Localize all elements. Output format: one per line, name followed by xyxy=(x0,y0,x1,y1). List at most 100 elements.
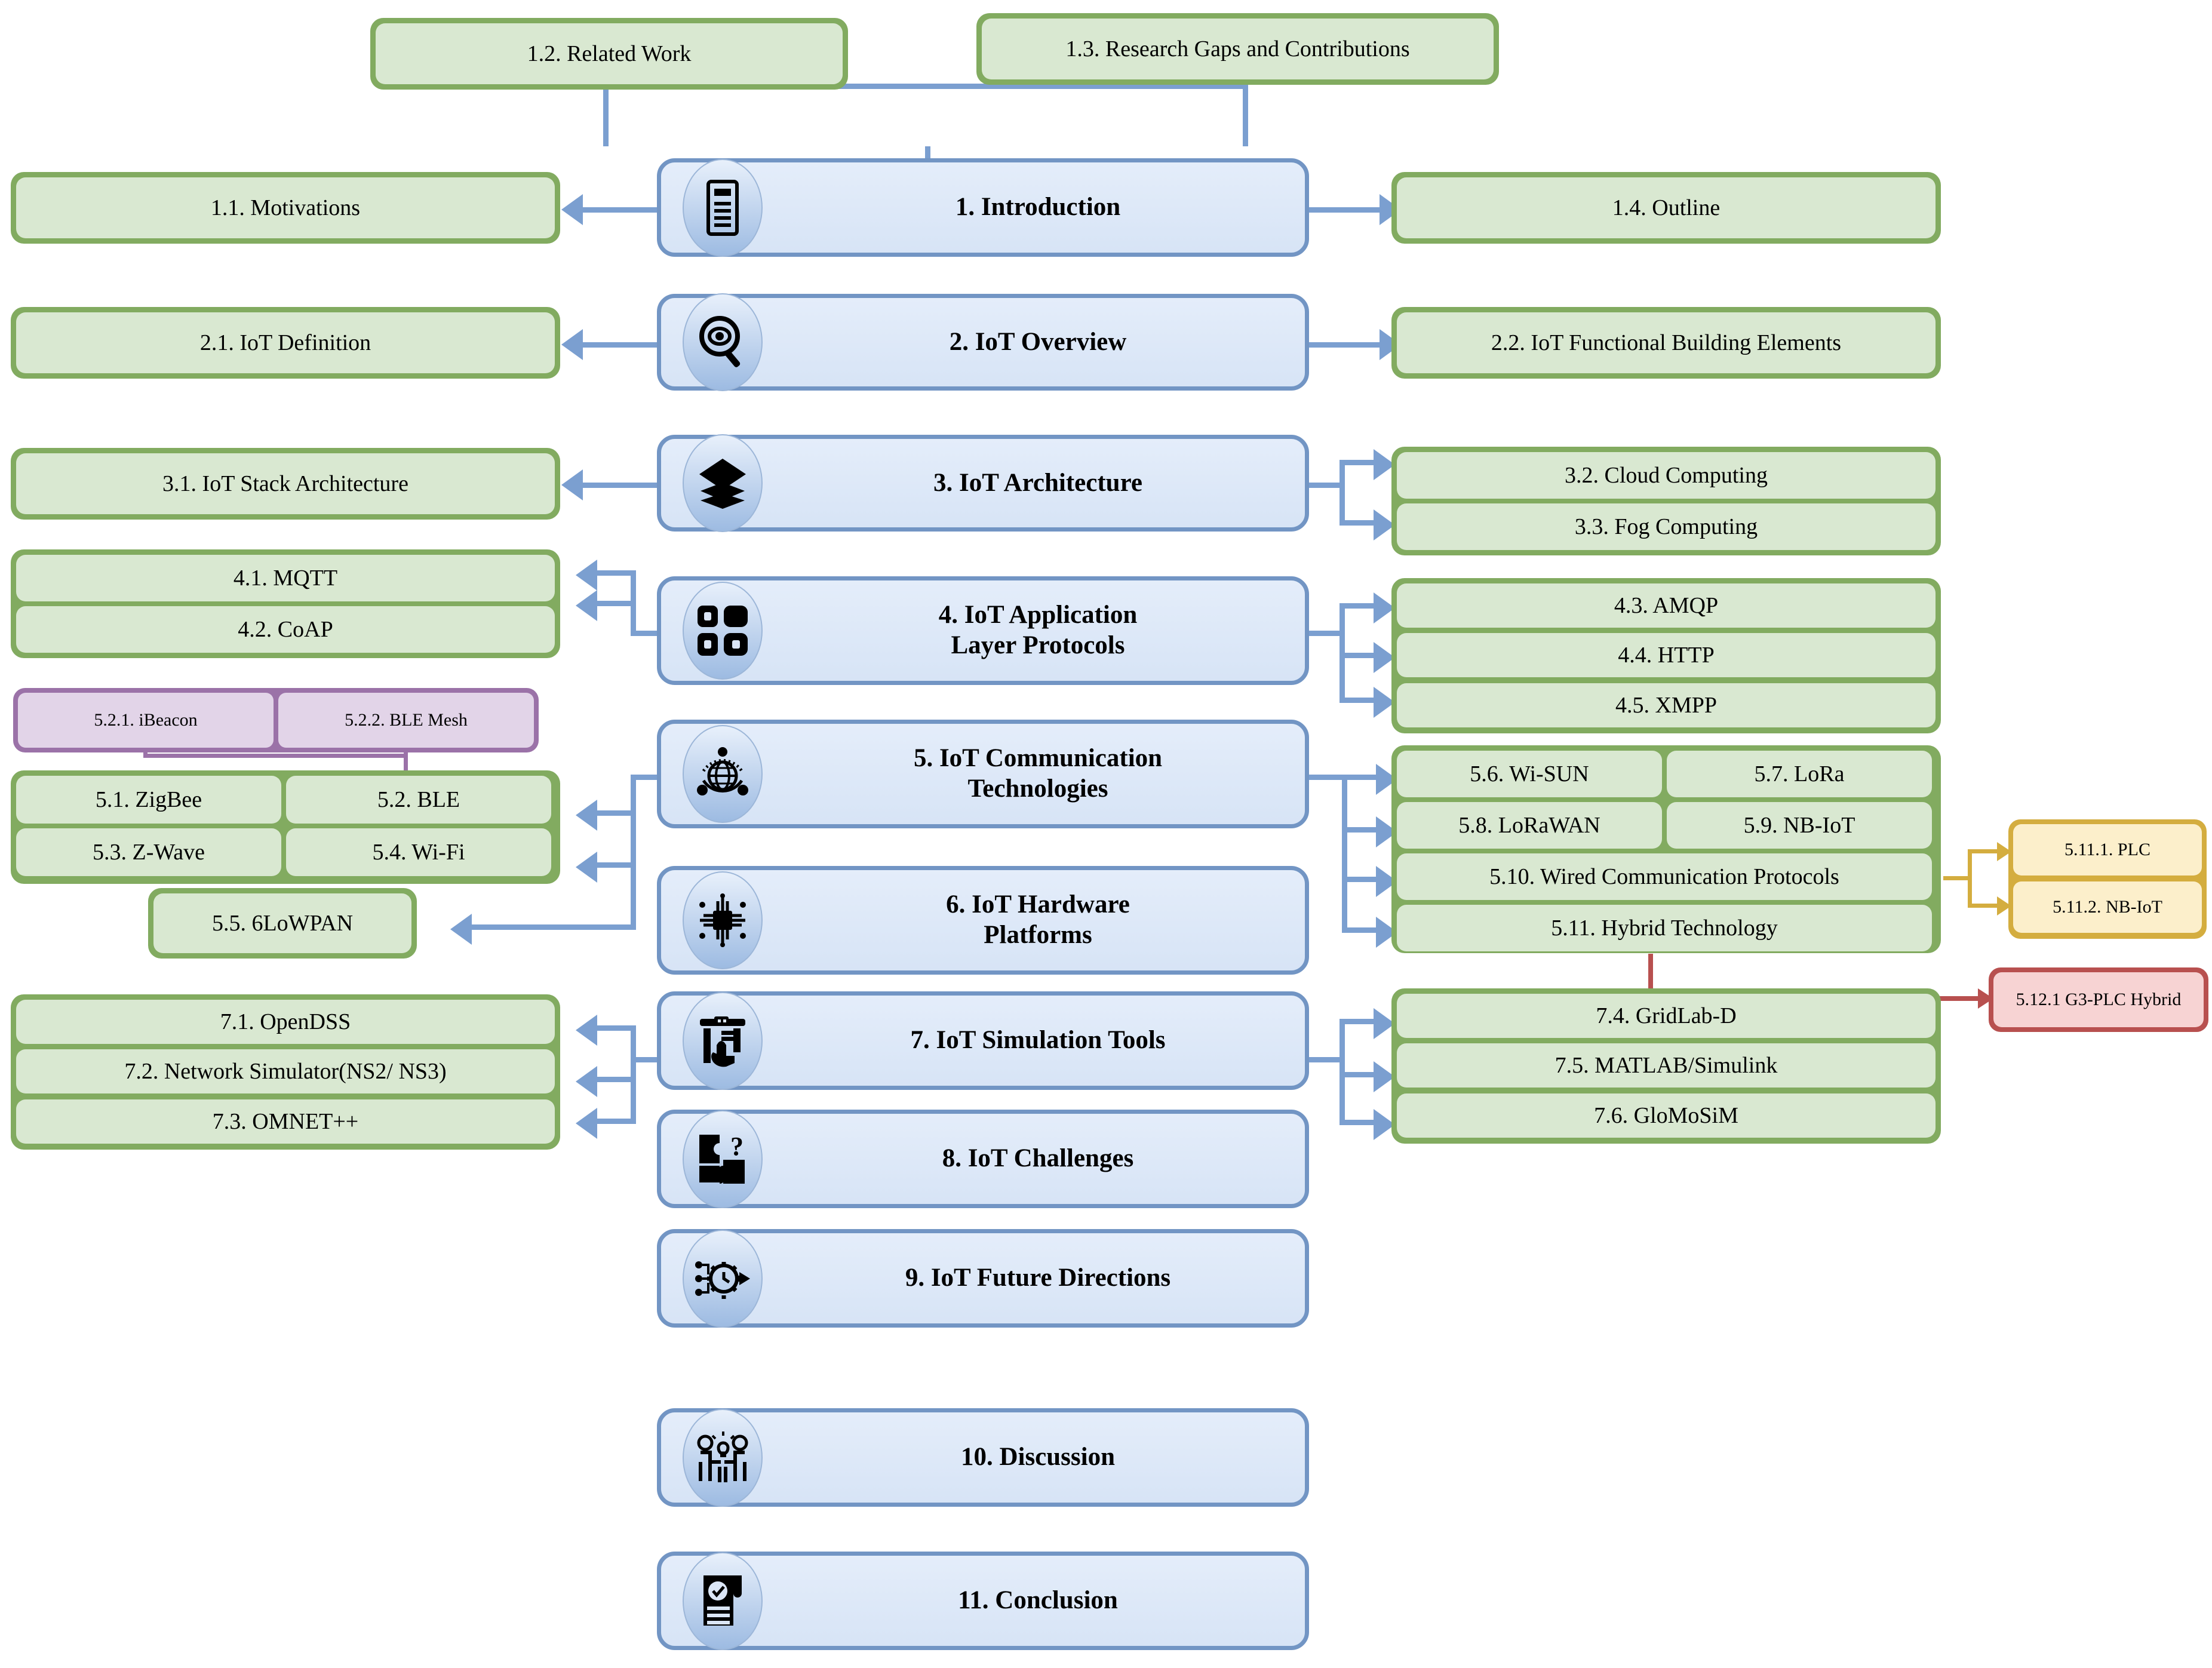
subsection-label: 7.1. OpenDSS xyxy=(220,1009,351,1034)
subsection-motivations[interactable]: 1.1. Motivations xyxy=(11,172,560,244)
connector-s5-to-hybrid xyxy=(1342,927,1378,933)
subsection-gridlab-d[interactable]: 7.4. GridLab-D xyxy=(1397,994,1936,1038)
subsection-label: 4.4. HTTP xyxy=(1618,643,1715,668)
connector-s5-right-bus xyxy=(1342,775,1347,933)
subsection-nbiot[interactable]: 5.9. NB-IoT xyxy=(1667,802,1932,849)
subsection-label: 5.12.1 G3-PLC Hybrid xyxy=(2016,990,2182,1010)
subsection-plc[interactable]: 5.11.1. PLC xyxy=(2013,824,2202,876)
subsection-cloud-computing[interactable]: 3.2. Cloud Computing xyxy=(1397,452,1936,499)
subsection-label: 7.6. GloMoSiM xyxy=(1594,1103,1738,1128)
connector-s5-to-6lowpan xyxy=(472,924,636,930)
connector-s5-to-ble xyxy=(597,810,633,816)
subsection-lora[interactable]: 5.7. LoRa xyxy=(1667,751,1932,797)
subsection-wired-communication-protocols[interactable]: 5.10. Wired Communication Protocols xyxy=(1397,853,1932,900)
subsection-research-gaps[interactable]: 1.3. Research Gaps and Contributions xyxy=(976,13,1499,85)
subsection-amqp[interactable]: 4.3. AMQP xyxy=(1397,583,1936,628)
subsection-related-work[interactable]: 1.2. Related Work xyxy=(370,18,848,90)
subsection-ibeacon[interactable]: 5.2.1. iBeacon xyxy=(18,693,274,748)
arrow-to-mqtt xyxy=(576,560,597,591)
subsection-label: 5.3. Z-Wave xyxy=(93,840,205,865)
connector-yellow-bus xyxy=(1968,849,1972,908)
subsection-wifi[interactable]: 5.4. Wi-Fi xyxy=(286,828,551,876)
subsection-opendss[interactable]: 7.1. OpenDSS xyxy=(16,1000,555,1044)
subsection-mqtt[interactable]: 4.1. MQTT xyxy=(16,555,555,601)
subsection-outline[interactable]: 1.4. Outline xyxy=(1391,172,1941,244)
arrow-to-coap xyxy=(576,590,597,621)
section-iot-future-directions[interactable]: 9. IoT Future Directions xyxy=(657,1229,1309,1328)
section-iot-challenges[interactable]: ? 8. IoT Challenges xyxy=(657,1110,1309,1208)
subsection-ble[interactable]: 5.2. BLE xyxy=(286,776,551,824)
arrow-to-network-simulator xyxy=(576,1066,597,1097)
subsection-coap[interactable]: 4.2. CoAP xyxy=(16,606,555,653)
subsection-iot-definition[interactable]: 2.1. IoT Definition xyxy=(11,307,560,379)
section-title: 5. IoT Communication Technologies xyxy=(913,744,1163,803)
subsection-label: 7.3. OMNET++ xyxy=(212,1109,359,1134)
connector-s5-to-wired xyxy=(1342,877,1378,882)
connector-s5-to-wisun-row xyxy=(1342,775,1378,780)
diagram-canvas: 1.2. Related Work 1.3. Research Gaps and… xyxy=(0,0,2212,1668)
subsection-label: 2.1. IoT Definition xyxy=(199,330,371,355)
subsection-label: 5.9. NB-IoT xyxy=(1743,813,1855,838)
subsection-lorawan[interactable]: 5.8. LoRaWAN xyxy=(1397,802,1662,849)
section-discussion[interactable]: 10. Discussion xyxy=(657,1408,1309,1507)
arrow-to-6lowpan xyxy=(450,914,472,945)
subsection-http[interactable]: 4.4. HTTP xyxy=(1397,633,1936,677)
layers-stack-icon xyxy=(683,434,763,532)
subsection-label: 5.5. 6LoWPAN xyxy=(211,910,354,936)
subsection-nbiot-hybrid[interactable]: 5.11.2. NB-IoT xyxy=(2013,881,2202,933)
subsection-zigbee[interactable]: 5.1. ZigBee xyxy=(16,776,281,824)
subsection-matlab-simulink[interactable]: 7.5. MATLAB/Simulink xyxy=(1397,1043,1936,1088)
section-iot-communication-technologies[interactable]: 5. IoT Communication Technologies xyxy=(657,720,1309,828)
subsection-zwave[interactable]: 5.3. Z-Wave xyxy=(16,828,281,876)
subsection-label: 1.2. Related Work xyxy=(527,41,692,66)
subsection-label: 1.1. Motivations xyxy=(210,195,361,220)
subsection-group-amqp-http-xmpp: 4.3. AMQP 4.4. HTTP 4.5. XMPP xyxy=(1391,578,1941,733)
section-title: 4. IoT Application Layer Protocols xyxy=(938,601,1138,659)
connector-s7-to-opendss xyxy=(597,1025,633,1031)
section-iot-overview[interactable]: 2. IoT Overview xyxy=(657,293,1309,391)
subsection-label: 4.5. XMPP xyxy=(1615,693,1717,718)
connector-s4-to-42 xyxy=(597,601,633,606)
scroll-check-icon xyxy=(683,1552,763,1650)
subsection-wisun[interactable]: 5.6. Wi-SUN xyxy=(1397,751,1662,797)
subsection-iot-stack-architecture[interactable]: 3.1. IoT Stack Architecture xyxy=(11,448,560,520)
magnifier-eye-icon xyxy=(683,293,763,391)
subsection-group-mqtt-coap: 4.1. MQTT 4.2. CoAP xyxy=(11,549,560,658)
subsection-g3plc-hybrid[interactable]: 5.12.1 G3-PLC Hybrid xyxy=(1989,967,2208,1032)
subsection-xmpp[interactable]: 4.5. XMPP xyxy=(1397,683,1936,727)
subsection-glomosim[interactable]: 7.6. GloMoSiM xyxy=(1397,1093,1936,1138)
arrow-s2-left xyxy=(561,329,583,360)
subsection-label: 5.11.2. NB-IoT xyxy=(2053,897,2162,917)
subsection-group-comm-right: 5.6. Wi-SUN 5.7. LoRa 5.8. LoRaWAN 5.9. … xyxy=(1391,745,1941,953)
subsection-group-zigbee-ble-zwave-wifi: 5.1. ZigBee 5.2. BLE 5.3. Z-Wave 5.4. Wi… xyxy=(11,770,560,884)
section-iot-architecture[interactable]: 3. IoT Architecture xyxy=(657,434,1309,532)
subsection-label: 5.4. Wi-Fi xyxy=(372,840,465,865)
people-idea-icon xyxy=(683,1408,763,1507)
subsection-iot-functional-building-elements[interactable]: 2.2. IoT Functional Building Elements xyxy=(1391,307,1941,379)
section-iot-hardware-platforms[interactable]: 6. IoT Hardware Platforms xyxy=(657,866,1309,975)
subsection-hybrid-technology[interactable]: 5.11. Hybrid Technology xyxy=(1397,905,1932,951)
subsection-label: 5.2.2. BLE Mesh xyxy=(345,710,468,730)
globe-network-icon xyxy=(683,725,763,823)
arrow-to-omnet xyxy=(576,1108,597,1139)
section-title: 9. IoT Future Directions xyxy=(905,1264,1171,1292)
subsection-label: 7.4. GridLab-D xyxy=(1596,1003,1737,1028)
section-iot-application-layer-protocols[interactable]: 4. IoT Application Layer Protocols xyxy=(657,576,1309,685)
connector-ble-sub-bus xyxy=(143,754,408,758)
section-conclusion[interactable]: 11. Conclusion xyxy=(657,1552,1309,1650)
subsection-network-simulator[interactable]: 7.2. Network Simulator(NS2/ NS3) xyxy=(16,1049,555,1093)
section-title: 6. IoT Hardware Platforms xyxy=(946,890,1130,949)
connector-s4-to-45 xyxy=(1340,698,1375,703)
section-introduction[interactable]: 1. Introduction xyxy=(657,158,1309,257)
connector-s5-to-wifi xyxy=(597,862,633,868)
section-iot-simulation-tools[interactable]: 7. IoT Simulation Tools xyxy=(657,991,1309,1090)
subsection-ble-mesh[interactable]: 5.2.2. BLE Mesh xyxy=(278,693,534,748)
subsection-6lowpan[interactable]: 5.5. 6LoWPAN xyxy=(148,888,417,959)
subsection-label: 3.2. Cloud Computing xyxy=(1565,463,1768,488)
subsection-fog-computing[interactable]: 3.3. Fog Computing xyxy=(1397,503,1936,550)
arrow-to-wifi xyxy=(576,852,597,883)
subsection-label: 5.1. ZigBee xyxy=(95,787,202,812)
subsection-omnet[interactable]: 7.3. OMNET++ xyxy=(16,1099,555,1144)
subsection-group-hybrid-children: 5.11.1. PLC 5.11.2. NB-IoT xyxy=(2008,819,2207,939)
connector-s7-left-bus xyxy=(631,1025,636,1124)
